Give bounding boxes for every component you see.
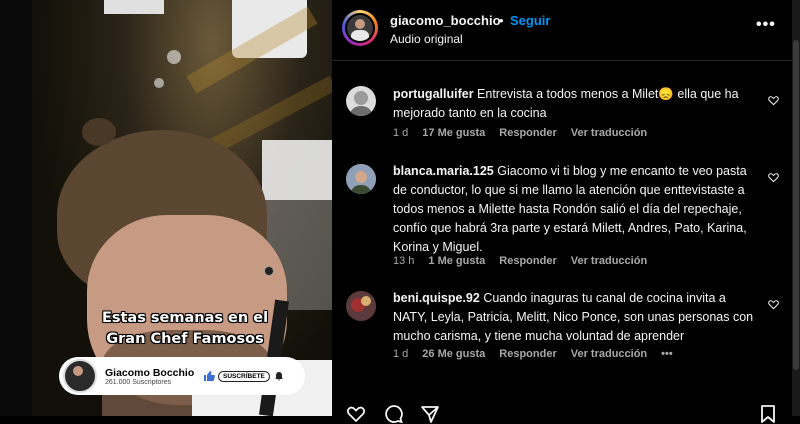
reply-button[interactable]: Responder xyxy=(499,127,556,139)
more-options-button[interactable]: ••• xyxy=(756,16,776,34)
post-username[interactable]: giacomo_bocchio xyxy=(390,13,501,28)
comment-avatar[interactable] xyxy=(346,291,376,321)
thumbs-up-icon xyxy=(204,371,215,381)
translate-button[interactable]: Ver traducción xyxy=(571,348,647,360)
background-window xyxy=(262,140,332,200)
channel-subscribers: 261.000 Suscriptores xyxy=(105,378,172,386)
comment-icon[interactable] xyxy=(384,404,404,424)
separator-dot: • xyxy=(499,13,504,28)
comment-username[interactable]: beni.quispe.92 xyxy=(393,291,480,305)
comment-time: 1 d xyxy=(393,348,409,360)
comment-body: portugalluifer Entrevista a todos menos … xyxy=(393,85,758,123)
reply-button[interactable]: Responder xyxy=(499,348,556,360)
comment-meta: 13 h 1 Me gusta Responder Ver traducción xyxy=(393,255,661,267)
post-panel: giacomo_bocchio • Seguir Audio original … xyxy=(332,0,794,424)
hair-bun xyxy=(82,118,116,146)
comment-time: 13 h xyxy=(393,255,415,267)
reel-video[interactable]: Estas semanas en el Gran Chef Famosos Gi… xyxy=(32,0,332,416)
avatar-image xyxy=(349,91,373,116)
left-gutter xyxy=(0,0,32,416)
comment-username[interactable]: portugalluifer xyxy=(393,87,474,101)
earring xyxy=(264,266,274,276)
avatar-image xyxy=(347,15,373,41)
heart-icon[interactable] xyxy=(768,172,779,183)
heart-icon[interactable] xyxy=(768,95,779,106)
subscribe-button[interactable]: SUSCRÍBETE xyxy=(218,370,270,382)
bokeh-light xyxy=(167,50,181,64)
share-icon[interactable] xyxy=(420,404,440,424)
comment-body: beni.quispe.92 Cuando inaguras tu canal … xyxy=(393,289,758,346)
comment-body: blanca.maria.125 Giacomo vi ti blog y me… xyxy=(393,162,758,257)
translate-button[interactable]: Ver traducción xyxy=(571,255,647,267)
avatar-image xyxy=(346,164,376,194)
bokeh-light xyxy=(154,78,164,88)
heart-icon[interactable] xyxy=(768,299,779,310)
follow-button[interactable]: Seguir xyxy=(510,13,550,28)
translate-button[interactable]: Ver traducción xyxy=(571,127,647,139)
caption-line-1: Estas semanas en el xyxy=(101,310,269,326)
comment-likes[interactable]: 17 Me gusta xyxy=(422,127,485,139)
comment-avatar[interactable] xyxy=(346,164,376,194)
channel-name: Giacomo Bocchio xyxy=(105,366,195,379)
profile-avatar[interactable] xyxy=(342,10,378,46)
comment-likes[interactable]: 26 Me gusta xyxy=(422,348,485,360)
comment-meta: 1 d 17 Me gusta Responder Ver traducción xyxy=(393,127,661,139)
scrollbar-thumb[interactable] xyxy=(793,40,799,370)
comment-more-button[interactable]: ••• xyxy=(661,348,673,360)
reply-button[interactable]: Responder xyxy=(499,255,556,267)
comment-likes[interactable]: 1 Me gusta xyxy=(428,255,485,267)
video-caption: Estas semanas en el Gran Chef Famosos xyxy=(60,308,310,350)
comment-username[interactable]: blanca.maria.125 xyxy=(393,164,494,178)
action-bar xyxy=(332,400,794,424)
bookmark-icon[interactable] xyxy=(758,404,778,424)
comment-time: 1 d xyxy=(393,127,409,139)
comment-meta: 1 d 26 Me gusta Responder Ver traducción… xyxy=(393,348,687,360)
scrollbar[interactable] xyxy=(792,0,800,416)
audio-label[interactable]: Audio original xyxy=(390,32,463,46)
ceiling-lamp xyxy=(104,0,164,14)
comment-avatar[interactable] xyxy=(346,86,376,116)
channel-pill[interactable]: Giacomo Bocchio 261.000 Suscriptores SUS… xyxy=(59,357,305,395)
heart-icon[interactable] xyxy=(346,404,366,424)
caption-line-2: Gran Chef Famosos xyxy=(106,331,264,347)
bell-icon xyxy=(274,372,283,381)
channel-avatar xyxy=(63,359,97,393)
channel-info: Giacomo Bocchio 261.000 Suscriptores xyxy=(105,367,203,386)
post-header: giacomo_bocchio • Seguir Audio original … xyxy=(332,0,794,61)
avatar-image xyxy=(346,291,376,321)
